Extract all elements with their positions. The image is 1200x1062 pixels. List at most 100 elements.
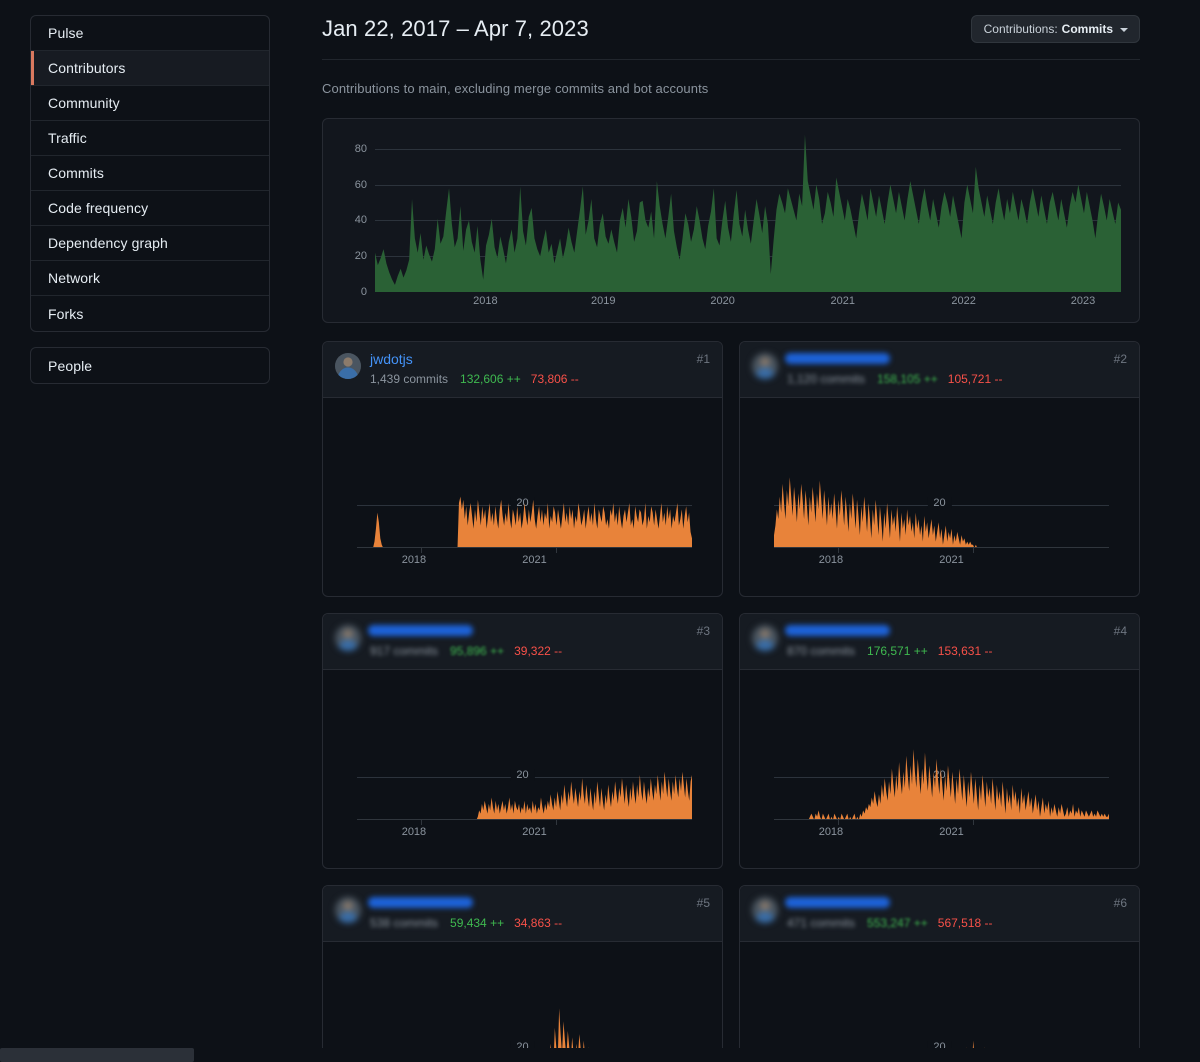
- sparkline-wrap: 2020182021: [752, 398, 1127, 596]
- commit-count: 870 commits: [787, 644, 856, 658]
- sidebar-item-label: Network: [48, 270, 101, 286]
- sparkline-plot-area: [774, 458, 1109, 548]
- contributor-username-link[interactable]: redacted-user-5: [368, 895, 473, 911]
- commit-count: 1,439 commits: [370, 372, 449, 386]
- x-axis-tick-label: 2021: [830, 295, 855, 307]
- sidebar-item-traffic[interactable]: Traffic: [31, 121, 269, 156]
- contributor-meta: redacted-user-5 538 commits 59,434 ++ 34,86…: [368, 895, 710, 931]
- avatar[interactable]: [335, 625, 361, 651]
- contributors-grid: jwdotjs 1,439 commits 132,606 ++ 73,806 -- #…: [322, 341, 1140, 1062]
- sidebar-item-label: Pulse: [48, 25, 84, 41]
- contributor-header: redacted-user-6 471 commits 553,247 ++ 567,…: [740, 886, 1139, 942]
- contributor-header: redacted-user-3 917 commits 95,896 ++ 39,32…: [323, 614, 722, 670]
- avatar[interactable]: [335, 897, 361, 923]
- contributor-header: redacted-user-4 870 commits 176,571 ++ 153,…: [740, 614, 1139, 670]
- sidebar-item-community[interactable]: Community: [31, 86, 269, 121]
- page-header: Jan 22, 2017 – Apr 7, 2023 Contributions…: [322, 15, 1140, 60]
- sparkline-tick-mark: [972, 820, 974, 825]
- contributor-sparkline-chart: 2020182021: [740, 670, 1139, 868]
- page-title: Jan 22, 2017 – Apr 7, 2023: [322, 16, 589, 41]
- contributor-rank: #4: [1113, 624, 1127, 638]
- contributor-username-link[interactable]: redacted-user-2: [785, 351, 890, 367]
- commit-count: 471 commits: [787, 916, 856, 930]
- contributor-rank: #5: [696, 896, 710, 910]
- additions-count: 95,896 ++: [450, 644, 505, 658]
- sparkline-plot-area: [357, 458, 692, 548]
- x-axis-tick-label: 2022: [951, 295, 976, 307]
- x-axis-tick-label: 2023: [1070, 295, 1096, 307]
- sparkline-x-tick-label: 2021: [939, 554, 964, 566]
- chart-y-axis: 0 20 40 60 80: [341, 131, 373, 298]
- sparkline-baseline: [357, 547, 692, 548]
- contributor-card: redacted-user-5 538 commits 59,434 ++ 34,86…: [322, 885, 723, 1062]
- sparkline-x-axis: 2018 2021: [357, 826, 692, 842]
- sidebar-item-pulse[interactable]: Pulse: [31, 16, 269, 51]
- y-axis-tick-label: 40: [354, 214, 367, 227]
- sparkline-wrap: 2020182021: [752, 942, 1127, 1062]
- additions-count: 59,434 ++: [450, 916, 505, 930]
- contributor-sparkline-chart: 2020182021: [323, 670, 722, 868]
- contributor-sparkline-chart: 2020182021: [740, 398, 1139, 596]
- contributor-username-link[interactable]: redacted-user-3: [368, 623, 473, 639]
- commit-count: 538 commits: [370, 916, 439, 930]
- additions-count: 158,105 ++: [877, 372, 938, 386]
- sparkline-tick-mark: [972, 548, 974, 553]
- sparkline-x-axis: 2018 2021: [357, 554, 692, 570]
- sparkline-tick-mark: [420, 820, 422, 825]
- sidebar-item-label: Forks: [48, 305, 84, 322]
- avatar[interactable]: [335, 353, 361, 379]
- x-axis-tick-label: 2020: [710, 295, 735, 307]
- sparkline-tick-mark: [837, 548, 839, 553]
- contributor-stats: 538 commits 59,434 ++ 34,863 --: [370, 916, 710, 931]
- avatar[interactable]: [752, 353, 778, 379]
- additions-count: 176,571 ++: [867, 644, 928, 658]
- contributions-type-dropdown[interactable]: Contributions: Commits: [970, 15, 1140, 43]
- avatar[interactable]: [752, 625, 778, 651]
- sparkline-x-tick-label: 2018: [818, 554, 844, 566]
- contributor-rank: #3: [696, 624, 710, 638]
- avatar[interactable]: [752, 897, 778, 923]
- contributor-card: redacted-user-2 1,120 commits 158,105 ++ 10…: [739, 341, 1140, 597]
- sidebar-item-contributors[interactable]: Contributors: [31, 51, 269, 86]
- sidebar-item-people[interactable]: People: [31, 348, 269, 383]
- deletions-count: 73,806 --: [530, 372, 579, 386]
- main-content: Jan 22, 2017 – Apr 7, 2023 Contributions…: [300, 0, 1200, 1062]
- contributor-rank: #6: [1113, 896, 1127, 910]
- y-axis-tick-label: 80: [354, 142, 367, 155]
- deletions-count: 39,322 --: [514, 644, 563, 658]
- sparkline-wrap: 2020182021: [335, 398, 710, 596]
- deletions-count: 153,631 --: [937, 644, 993, 658]
- contributor-username-link[interactable]: jwdotjs: [370, 351, 413, 367]
- contributor-username-link[interactable]: redacted-user-4: [785, 623, 890, 639]
- contributor-sparkline-chart: 2020182021: [323, 398, 722, 596]
- commit-count: 1,120 commits: [787, 372, 866, 386]
- commit-count: 917 commits: [370, 644, 439, 658]
- sparkline-x-tick-label: 2018: [401, 826, 427, 838]
- contributor-header: redacted-user-5 538 commits 59,434 ++ 34,86…: [323, 886, 722, 942]
- horizontal-scrollbar[interactable]: [0, 1048, 1200, 1062]
- sidebar-item-label: Community: [48, 95, 120, 111]
- x-axis-tick-label: 2019: [591, 295, 616, 307]
- contributor-meta: redacted-user-6 471 commits 553,247 ++ 567,…: [785, 895, 1127, 931]
- contributor-stats: 917 commits 95,896 ++ 39,322 --: [370, 644, 710, 659]
- scrollbar-thumb[interactable]: [0, 1048, 194, 1062]
- sidebar-item-commits[interactable]: Commits: [31, 156, 269, 191]
- contributor-stats: 471 commits 553,247 ++ 567,518 --: [787, 916, 1127, 931]
- contributor-username-link[interactable]: redacted-user-6: [785, 895, 890, 911]
- insights-nav: Pulse Contributors Community Traffic Commits…: [30, 15, 270, 332]
- sidebar-item-forks[interactable]: Forks: [31, 296, 269, 331]
- sidebar-item-network[interactable]: Network: [31, 261, 269, 296]
- sparkline-wrap: 2020182021: [752, 670, 1127, 868]
- sparkline-tick-mark: [420, 548, 422, 553]
- people-nav: People: [30, 347, 270, 384]
- contributor-card: redacted-user-3 917 commits 95,896 ++ 39,32…: [322, 613, 723, 869]
- sidebar-item-dependency-graph[interactable]: Dependency graph: [31, 226, 269, 261]
- contributions-chart: 0 20 40 60 80 2018 2019 2020 2021 2022 2023: [341, 131, 1121, 314]
- sparkline-x-tick-label: 2021: [522, 554, 547, 566]
- sidebar-item-code-frequency[interactable]: Code frequency: [31, 191, 269, 226]
- sparkline-plot-area: [357, 730, 692, 820]
- additions-count: 553,247 ++: [867, 916, 928, 930]
- contributor-rank: #1: [696, 352, 710, 366]
- sparkline-x-tick-label: 2021: [522, 826, 547, 838]
- chart-x-axis: 2018 2019 2020 2021 2022 2023: [375, 292, 1121, 314]
